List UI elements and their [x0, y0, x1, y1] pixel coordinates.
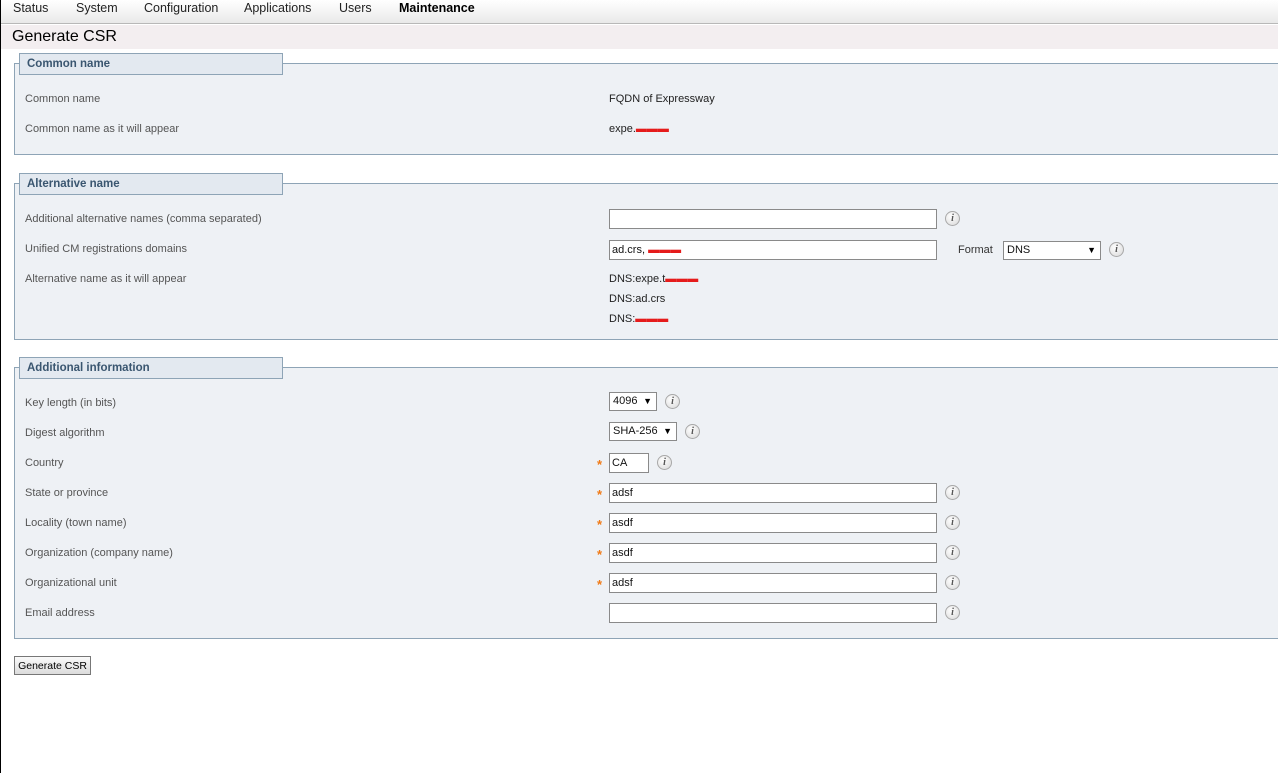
format-select[interactable]: DNS ▼ [1003, 241, 1101, 260]
redaction-mark: ▬▬▬ [665, 273, 699, 285]
section-heading-common-name: Common name [19, 53, 283, 75]
info-icon[interactable]: i [945, 485, 960, 500]
country-label: Country [25, 457, 64, 469]
section-heading-additional-information: Additional information [19, 357, 283, 379]
info-icon[interactable]: i [665, 394, 680, 409]
info-icon[interactable]: i [1109, 242, 1124, 257]
organization-input[interactable] [609, 543, 937, 563]
info-icon[interactable]: i [657, 455, 672, 470]
redaction-mark: ▬▬▬ [635, 123, 669, 135]
nav-maintenance[interactable]: Maintenance [399, 0, 475, 16]
info-icon[interactable]: i [945, 605, 960, 620]
required-asterisk: * [597, 487, 603, 502]
nav-system[interactable]: System [76, 0, 118, 16]
additional-information-section: Additional information Key length (in bi… [14, 357, 1278, 639]
state-label: State or province [25, 487, 109, 499]
generate-csr-button[interactable]: Generate CSR [14, 656, 91, 675]
additional-alt-names-label: Additional alternative names (comma sepa… [25, 213, 262, 225]
email-label: Email address [25, 607, 95, 619]
alternative-name-section: Alternative name Additional alternative … [14, 173, 1278, 340]
common-name-section: Common name Common name FQDN of Expressw… [14, 53, 1278, 155]
common-name-value: FQDN of Expressway [609, 93, 715, 105]
info-icon[interactable]: i [945, 211, 960, 226]
nav-applications[interactable]: Applications [244, 0, 311, 16]
digest-algorithm-select[interactable]: SHA-256 ▼ [609, 422, 677, 441]
state-input[interactable] [609, 483, 937, 503]
key-length-label: Key length (in bits) [25, 397, 117, 409]
nav-configuration[interactable]: Configuration [144, 0, 218, 16]
organization-label: Organization (company name) [25, 547, 173, 559]
locality-input[interactable] [609, 513, 937, 533]
nav-status[interactable]: Status [13, 0, 48, 16]
digest-algorithm-label: Digest algorithm [25, 427, 105, 439]
ucm-domains-input[interactable]: ad.crs, ▬▬▬ [609, 240, 937, 260]
required-asterisk: * [597, 577, 603, 592]
locality-label: Locality (town name) [25, 517, 127, 529]
organizational-unit-label: Organizational unit [25, 577, 117, 589]
chevron-down-icon: ▼ [1087, 245, 1096, 255]
chevron-down-icon: ▼ [663, 426, 672, 436]
alt-name-appear-line: DNS:ad.crs [609, 293, 666, 305]
page-title: Generate CSR [12, 28, 117, 45]
info-icon[interactable]: i [945, 515, 960, 530]
common-name-appear-label: Common name as it will appear [25, 123, 180, 135]
country-input[interactable] [609, 453, 649, 473]
info-icon[interactable]: i [685, 424, 700, 439]
required-asterisk: * [597, 547, 603, 562]
alt-name-appear-line: DNS:expe.t▬▬▬ [609, 273, 699, 285]
chevron-down-icon: ▼ [643, 396, 652, 406]
required-asterisk: * [597, 517, 603, 532]
key-length-select[interactable]: 4096 ▼ [609, 392, 657, 411]
top-navigation: Status System Configuration Applications… [1, 0, 1278, 24]
required-asterisk: * [597, 457, 603, 472]
redaction-mark: ▬▬▬ [635, 313, 669, 325]
nav-users[interactable]: Users [339, 0, 372, 16]
common-name-label: Common name [25, 93, 101, 105]
alt-name-appear-label: Alternative name as it will appear [25, 273, 187, 285]
common-name-appear-value: expe.▬▬▬ [609, 123, 669, 135]
redaction-mark: ▬▬▬ [648, 244, 682, 256]
alt-name-appear-line: DNS:▬▬▬ [609, 313, 669, 325]
info-icon[interactable]: i [945, 545, 960, 560]
additional-alt-names-input[interactable] [609, 209, 937, 229]
format-label: Format [958, 244, 993, 256]
organizational-unit-input[interactable] [609, 573, 937, 593]
email-input[interactable] [609, 603, 937, 623]
title-bar: Generate CSR [1, 25, 1278, 49]
section-heading-alternative-name: Alternative name [19, 173, 283, 195]
info-icon[interactable]: i [945, 575, 960, 590]
ucm-domains-label: Unified CM registrations domains [25, 243, 188, 255]
